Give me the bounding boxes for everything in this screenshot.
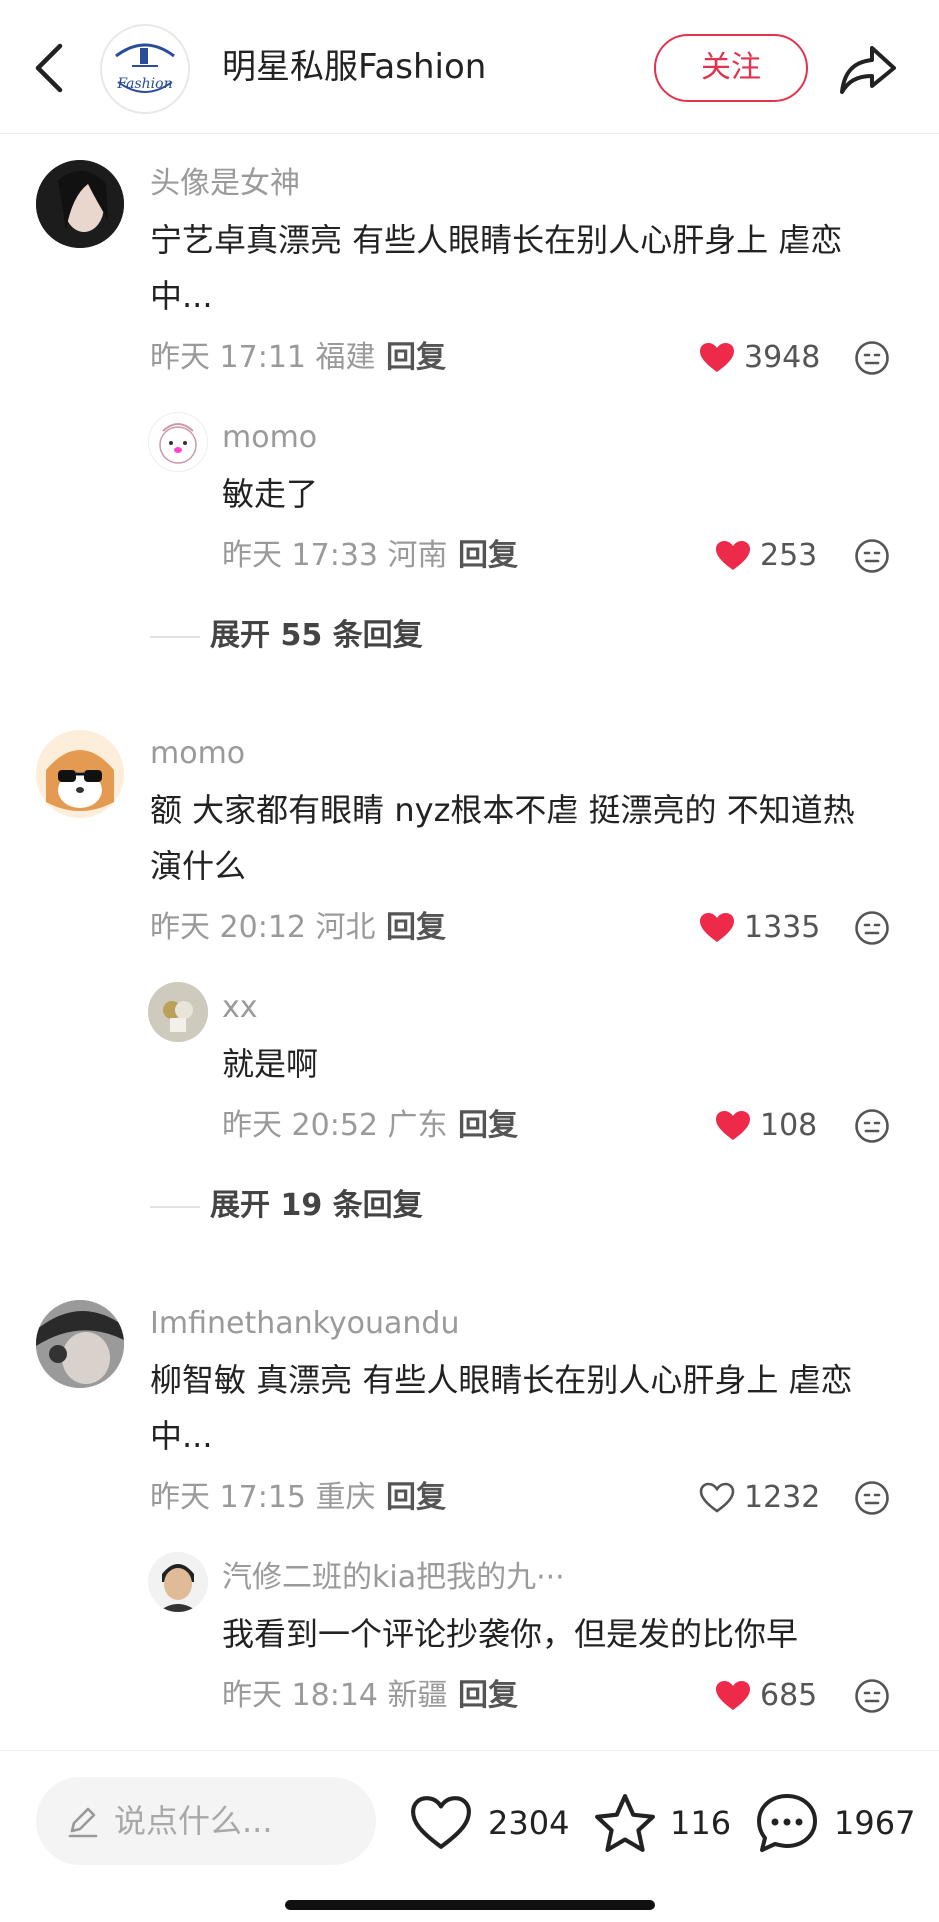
like-count: 3948 — [744, 340, 821, 375]
back-arrow-icon[interactable] — [30, 40, 70, 96]
avatar[interactable] — [148, 1552, 208, 1612]
expand-replies-button[interactable]: 展开 19 条回复 — [210, 1186, 423, 1226]
svg-text:Fashion: Fashion — [116, 76, 172, 92]
reply-button[interactable]: 回复 — [458, 1676, 518, 1716]
avatar[interactable] — [148, 412, 208, 472]
avatar-portrait-icon — [148, 1552, 208, 1612]
avatar[interactable] — [148, 982, 208, 1042]
comment-username[interactable]: 头像是女神 — [150, 164, 300, 204]
comment-text-line: 柳智敏 真漂亮 有些人眼睛长在别人心肝身上 虐恋 — [150, 1361, 853, 1399]
comment-input-placeholder: 说点什么... — [114, 1802, 273, 1840]
comment-total-count: 1967 — [834, 1804, 916, 1842]
avatar[interactable] — [36, 160, 124, 248]
dislike-face-icon[interactable] — [854, 1480, 890, 1516]
reply-text: 我看到一个评论抄袭你，但是发的比你早 — [222, 1615, 799, 1653]
reply-button[interactable]: 回复 — [386, 908, 446, 948]
avatar[interactable] — [36, 730, 124, 818]
comment-text-line: 演什么 — [150, 847, 247, 885]
heart-outline-icon[interactable] — [699, 1482, 735, 1514]
favorite-count: 116 — [670, 1804, 732, 1842]
bottom-action-bar: 说点什么... 2304 116 1967 — [0, 1750, 939, 1922]
reply-button[interactable]: 回复 — [458, 1106, 518, 1146]
comment-time-location: 昨天 17:15 重庆 — [150, 1480, 376, 1515]
comment-text-line: 额 大家都有眼睛 nyz根本不虐 挺漂亮的 不知道热 — [150, 791, 855, 829]
cartoon-dog-icon — [36, 730, 124, 818]
account-avatar-logo[interactable]: Fashion — [100, 24, 190, 114]
share-icon[interactable] — [838, 40, 898, 96]
like-count: 1335 — [744, 910, 821, 945]
star-icon[interactable] — [594, 1793, 656, 1853]
reply-text: 就是啊 — [222, 1045, 319, 1083]
reply-username[interactable]: xx — [222, 988, 258, 1028]
comment-text-line: 中... — [150, 277, 213, 315]
dislike-face-icon[interactable] — [854, 1678, 890, 1714]
follow-button[interactable]: 关注 — [654, 34, 808, 102]
avatar-portrait-icon — [36, 160, 124, 248]
heart-filled-icon[interactable] — [715, 1680, 751, 1712]
comment-username[interactable]: Imfinethankyouandu — [150, 1304, 460, 1344]
like-total-count: 2304 — [488, 1804, 570, 1842]
avatar-portrait-icon — [36, 1300, 124, 1388]
like-count: 108 — [760, 1108, 818, 1143]
comment-input[interactable]: 说点什么... — [36, 1777, 376, 1865]
page-title: 明星私服Fashion — [222, 47, 487, 87]
comment-text: 额 大家都有眼睛 nyz根本不虐 挺漂亮的 不知道热 演什么 — [150, 782, 910, 894]
fashion-logo-icon: Fashion — [115, 43, 175, 93]
comment-time-location: 昨天 20:12 河北 — [150, 910, 376, 945]
comment-text-line: 宁艺卓真漂亮 有些人眼睛长在别人心肝身上 虐恋 — [150, 221, 843, 259]
like-heart-icon[interactable] — [410, 1795, 472, 1851]
heart-filled-icon[interactable] — [699, 342, 735, 374]
top-bar: Fashion 明星私服Fashion 关注 — [0, 0, 939, 134]
comment-username[interactable]: momo — [150, 734, 245, 774]
home-indicator[interactable] — [285, 1900, 655, 1910]
expand-divider — [150, 636, 200, 638]
reply-username[interactable]: momo — [222, 418, 317, 458]
reply-button[interactable]: 回复 — [458, 536, 518, 576]
dislike-face-icon[interactable] — [854, 1108, 890, 1144]
dislike-face-icon[interactable] — [854, 538, 890, 574]
pencil-icon — [68, 1807, 98, 1838]
dislike-face-icon[interactable] — [854, 910, 890, 946]
reply-time-location: 昨天 17:33 河南 — [222, 538, 448, 573]
avatar[interactable] — [36, 1300, 124, 1388]
comment-bubble-icon[interactable] — [756, 1793, 818, 1853]
comment-text-line: 中... — [150, 1417, 213, 1455]
expand-replies-button[interactable]: 展开 55 条回复 — [210, 616, 423, 656]
reply-button[interactable]: 回复 — [386, 1478, 446, 1518]
reply-text: 敏走了 — [222, 475, 319, 513]
reply-username[interactable]: 汽修二班的kia把我的九··· — [222, 1558, 565, 1598]
comment-text: 柳智敏 真漂亮 有些人眼睛长在别人心肝身上 虐恋 中... — [150, 1352, 910, 1464]
heart-filled-icon[interactable] — [715, 1110, 751, 1142]
comment-time-location: 昨天 17:11 福建 — [150, 340, 376, 375]
like-count: 1232 — [744, 1480, 821, 1515]
figurine-photo-icon — [148, 982, 208, 1042]
reply-time-location: 昨天 20:52 广东 — [222, 1108, 448, 1143]
heart-filled-icon[interactable] — [699, 912, 735, 944]
cartoon-bear-icon — [159, 423, 197, 464]
like-count: 253 — [760, 538, 818, 573]
expand-divider — [150, 1206, 200, 1208]
reply-button[interactable]: 回复 — [386, 338, 446, 378]
comment-text: 宁艺卓真漂亮 有些人眼睛长在别人心肝身上 虐恋 中... — [150, 212, 910, 324]
reply-time-location: 昨天 18:14 新疆 — [222, 1678, 448, 1713]
dislike-face-icon[interactable] — [854, 340, 890, 376]
like-count: 685 — [760, 1678, 818, 1713]
heart-filled-icon[interactable] — [715, 540, 751, 572]
